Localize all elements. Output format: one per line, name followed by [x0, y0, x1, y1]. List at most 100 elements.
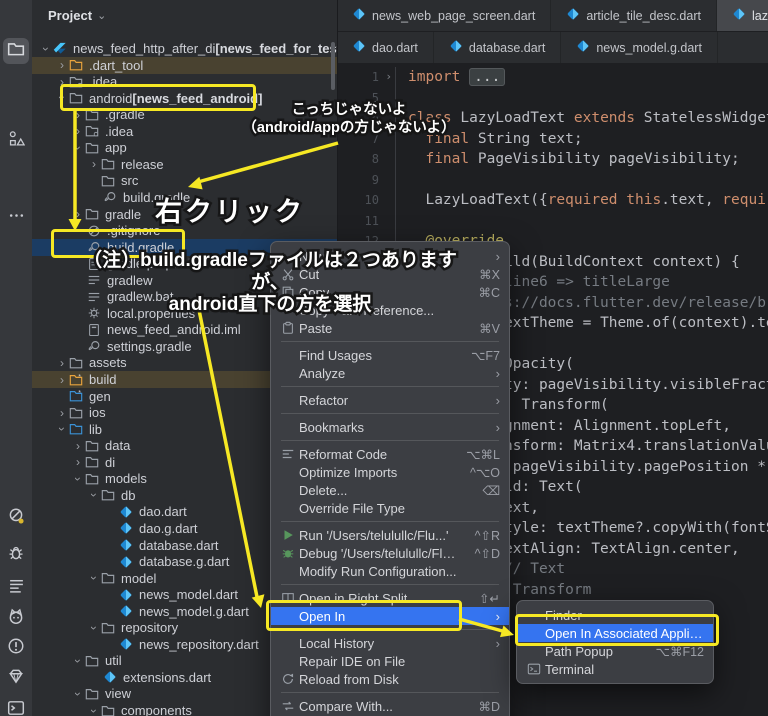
menu-item-bookmarks[interactable]: Bookmarks ›	[271, 418, 509, 436]
folder-icon	[100, 488, 116, 502]
tool-button-mute[interactable]	[3, 505, 29, 531]
folder-icon	[84, 654, 100, 668]
menu-item-optimize-imports[interactable]: Optimize Imports ^⌥O	[271, 463, 509, 481]
menu-separator	[281, 440, 499, 441]
menu-item-open-in[interactable]: Open In ›	[271, 607, 509, 625]
chevron-right-icon[interactable]: ›	[56, 58, 68, 72]
tree-item-build-gradle[interactable]: build.gradle	[32, 189, 337, 206]
menu-item-delete[interactable]: Delete... ⌫	[271, 481, 509, 499]
menu-item-modify-run-configuration[interactable]: Modify Run Configuration...	[271, 562, 509, 580]
dart-file-icon	[352, 39, 366, 56]
chevron-down-icon[interactable]: ›	[71, 655, 85, 667]
menu-item-reload-from-disk[interactable]: Reload from Disk	[271, 670, 509, 688]
menu-item-terminal[interactable]: Terminal	[517, 660, 713, 678]
editor-tab-news-model-g-dart[interactable]: news_model.g.dart	[561, 32, 718, 63]
tool-button-more[interactable]	[3, 205, 29, 231]
menu-item-cut[interactable]: Cut ⌘X	[271, 265, 509, 283]
chevron-right-icon[interactable]: ›	[72, 439, 84, 453]
menu-item-find-usages[interactable]: Find Usages ⌥F7	[271, 346, 509, 364]
chevron-down-icon[interactable]: ›	[87, 489, 101, 501]
chevron-down-icon[interactable]: ›	[71, 142, 85, 154]
menu-item-override-file-type[interactable]: Override File Type	[271, 499, 509, 517]
menu-item-copy-path-reference[interactable]: Copy Path/Reference...	[271, 301, 509, 319]
chevron-right-icon[interactable]: ›	[88, 157, 100, 171]
chevron-down-icon[interactable]: ›	[71, 688, 85, 700]
folder-blue-star-icon: *	[68, 389, 84, 403]
menu-item-new[interactable]: New ›	[271, 247, 509, 265]
editor-tab-dao-dart[interactable]: dao.dart	[337, 32, 434, 63]
chevron-down-icon[interactable]: ›	[87, 622, 101, 634]
tool-button-project-folder[interactable]	[3, 38, 29, 64]
tree-item-idea[interactable]: › .idea	[32, 73, 337, 90]
editor-tab-database-dart[interactable]: database.dart	[434, 32, 562, 63]
menu-item-run-users-telulullc-flu[interactable]: Run '/Users/telulullc/Flu...' ^⇧R	[271, 526, 509, 544]
tool-button-structure[interactable]	[3, 128, 29, 154]
tree-item-idea[interactable]: › .idea	[32, 123, 337, 140]
tool-button-terminal-tool[interactable]	[3, 697, 29, 716]
editor-tab-article-tile-desc-dart[interactable]: article_tile_desc.dart	[551, 0, 717, 31]
editor-tab-lazy-load-text-dart[interactable]: lazy_load_text.dart	[716, 0, 768, 31]
menu-item-path-popup[interactable]: Path Popup ⌥⌘F12	[517, 642, 713, 660]
chevron-right-icon[interactable]: ›	[56, 406, 68, 420]
tree-item-android[interactable]: › android [news_feed_android]	[32, 90, 337, 107]
menu-item-reformat-code[interactable]: Reformat Code ⌥⌘L	[271, 445, 509, 463]
chevron-right-icon[interactable]: ›	[56, 75, 68, 89]
menu-item-label: Run '/Users/telulullc/Flu...'	[299, 527, 449, 543]
tree-item-label: gradle	[105, 206, 142, 222]
tree-item-gitignore[interactable]: .gitignore	[32, 222, 337, 239]
menu-item-finder[interactable]: Finder	[517, 606, 713, 624]
tool-button-dart-cat[interactable]	[3, 605, 29, 631]
submenu-arrow-icon: ›	[495, 635, 500, 651]
tree-item-dart-tool[interactable]: › .dart_tool	[32, 56, 337, 74]
project-panel-header[interactable]: Project ⌄	[48, 8, 106, 23]
menu-item-analyze[interactable]: Analyze ›	[271, 364, 509, 382]
tool-button-debug[interactable]	[3, 542, 29, 568]
tree-item-label: model	[121, 570, 157, 586]
tree-item-release[interactable]: › release	[32, 156, 337, 173]
tree-item-label: database.dart	[139, 537, 219, 553]
chevron-down-icon[interactable]: ›	[71, 473, 85, 485]
iml-icon	[86, 323, 102, 337]
tree-item-app[interactable]: › app	[32, 139, 337, 156]
chevron-down-icon[interactable]: ›	[87, 572, 101, 584]
menu-shortcut: ^⇧D	[474, 546, 500, 561]
menu-item-open-in-right-split[interactable]: Open in Right Split ⇧↵	[271, 589, 509, 607]
chevron-right-icon[interactable]: ›	[56, 356, 68, 370]
tree-item-label: data	[105, 438, 131, 454]
chevron-down-icon[interactable]: ›	[55, 92, 69, 104]
menu-item-open-in-associated-application[interactable]: Open In Associated Application	[517, 624, 713, 642]
chevron-right-icon[interactable]: ›	[56, 373, 68, 387]
svg-text:*: *	[78, 390, 81, 397]
menu-item-paste[interactable]: Paste ⌘V	[271, 319, 509, 337]
flutter-icon	[52, 42, 68, 56]
editor-tab-news-web-page-screen-dart[interactable]: news_web_page_screen.dart	[337, 0, 552, 31]
code-token: LazyLoadText	[451, 110, 574, 126]
chevron-down-icon[interactable]: ›	[55, 423, 69, 435]
tree-item-label: extensions.dart	[123, 669, 212, 685]
chevron-right-icon[interactable]: ›	[72, 455, 84, 469]
menu-item-refactor[interactable]: Refactor ›	[271, 391, 509, 409]
tree-item-news-feed-http-after-di[interactable]: › news_feed_http_after_di [news_feed_for_…	[32, 40, 337, 57]
menu-item-compare-with[interactable]: Compare With... ⌘D	[271, 697, 509, 715]
chevron-right-icon[interactable]: ›	[72, 108, 84, 122]
tool-button-gem[interactable]	[3, 665, 29, 691]
menu-item-local-history[interactable]: Local History ›	[271, 634, 509, 652]
chevron-right-icon[interactable]: ›	[72, 124, 84, 138]
project-folder-icon	[7, 40, 25, 63]
menu-item-copy[interactable]: Copy ⌘C	[271, 283, 509, 301]
tree-item-src[interactable]: src	[32, 172, 337, 189]
tool-button-todo-lines[interactable]	[3, 575, 29, 601]
fold-icon[interactable]: ›	[385, 67, 392, 88]
chevron-right-icon[interactable]: ›	[72, 207, 84, 221]
tree-item-gradle[interactable]: › gradle	[32, 206, 337, 223]
tree-scrollbar[interactable]	[331, 42, 335, 90]
menu-item-repair-ide-on-file[interactable]: Repair IDE on File	[271, 652, 509, 670]
tree-item-label: database.g.dart	[139, 554, 230, 570]
menu-item-label: Path Popup	[545, 643, 613, 659]
chevron-down-icon[interactable]: ›	[39, 43, 53, 55]
menu-item-debug-users-telulullc-flu[interactable]: Debug '/Users/telulullc/Flu...' ^⇧D	[271, 544, 509, 562]
tool-button-problems[interactable]	[3, 635, 29, 661]
chevron-down-icon[interactable]: ›	[87, 705, 101, 716]
tree-item-gradle[interactable]: › .gradle	[32, 106, 337, 123]
